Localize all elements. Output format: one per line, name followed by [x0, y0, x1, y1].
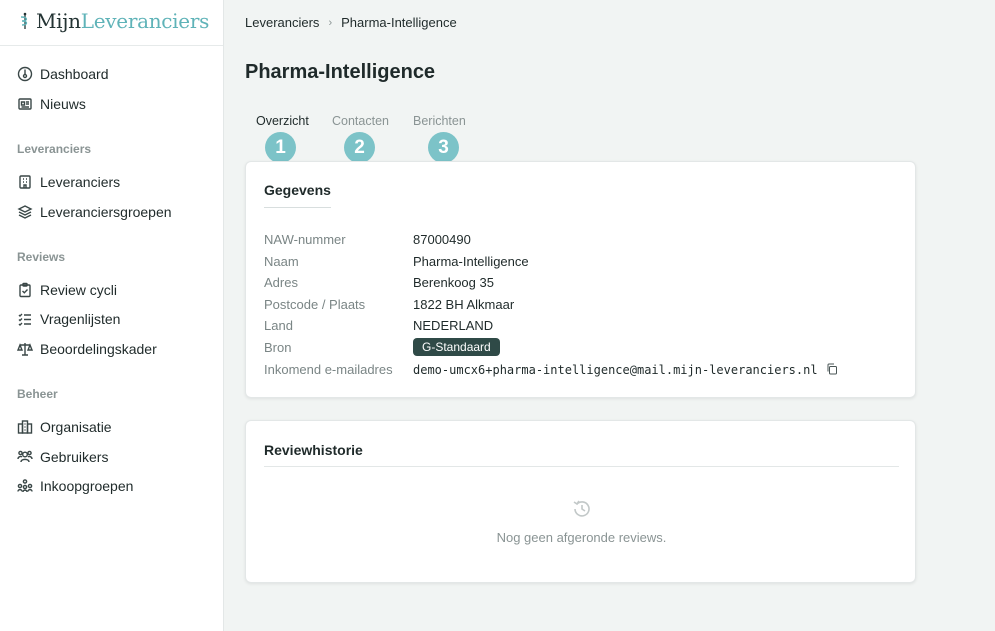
users-icon — [17, 450, 33, 463]
title-underline — [264, 207, 331, 208]
value-adres: Berenkoog 35 — [413, 275, 494, 290]
sidebar-item-leveranciers[interactable]: Leveranciers — [17, 171, 120, 193]
sidebar-item-review-cycli[interactable]: Review cycli — [17, 279, 117, 301]
layers-icon — [17, 205, 33, 219]
groups-icon — [17, 479, 33, 493]
sidebar-item-vragenlijsten[interactable]: Vragenlijsten — [17, 308, 120, 330]
checklist-icon — [18, 313, 31, 326]
value-naw-nummer: 87000490 — [413, 232, 471, 247]
page-title: Pharma-Intelligence — [245, 61, 436, 83]
app-logo[interactable]: Mijn Leveranciers — [17, 8, 209, 34]
sidebar-item-nieuws[interactable]: Nieuws — [17, 93, 86, 115]
value-naam: Pharma-Intelligence — [413, 254, 529, 269]
logo-divider — [0, 45, 223, 46]
tab-overzicht[interactable]: Overzicht — [256, 114, 309, 128]
label-bron: Bron — [264, 340, 292, 355]
sidebar-item-dashboard[interactable]: Dashboard — [17, 63, 109, 85]
tab-contacten[interactable]: Contacten — [332, 114, 389, 128]
sidebar-item-label: Beoordelingskader — [40, 341, 157, 357]
history-icon — [573, 500, 590, 517]
breadcrumb-current: Pharma-Intelligence — [341, 15, 457, 30]
sidebar-item-gebruikers[interactable]: Gebruikers — [17, 446, 108, 468]
sidebar-item-label: Leveranciersgroepen — [40, 204, 172, 220]
section-title-reviews: Reviews — [17, 250, 66, 264]
details-card: Gegevens NAW-nummer 87000490 Naam Pharma… — [245, 161, 916, 398]
empty-state-text: Nog geen afgeronde reviews. — [496, 530, 667, 545]
step-marker-2: 2 — [344, 132, 375, 163]
review-history-card: Reviewhistorie Nog geen afgeronde review… — [245, 420, 916, 583]
sidebar-item-label: Dashboard — [40, 66, 109, 82]
sidebar-item-label: Organisatie — [40, 419, 112, 435]
source-badge: G-Standaard — [413, 338, 500, 356]
step-marker-3: 3 — [428, 132, 459, 163]
caduceus-icon — [20, 12, 28, 29]
value-postcode-plaats: 1822 BH Alkmaar — [413, 297, 515, 312]
value-land: NEDERLAND — [413, 318, 494, 333]
label-adres: Adres — [264, 275, 298, 290]
sidebar-item-label: Review cycli — [40, 282, 118, 298]
details-card-title: Gegevens — [264, 182, 331, 198]
breadcrumb-link-leveranciers[interactable]: Leveranciers — [245, 15, 319, 30]
label-postcode-plaats: Postcode / Plaats — [264, 297, 366, 312]
main-content: Leveranciers › Pharma-Intelligence Pharm… — [224, 0, 995, 631]
sidebar-item-label: Gebruikers — [40, 449, 109, 465]
sidebar-item-beoordelingskader[interactable]: Beoordelingskader — [17, 338, 157, 360]
label-naw-nummer: NAW-nummer — [264, 232, 346, 247]
label-naam: Naam — [264, 254, 299, 269]
label-inkomend-emailadres: Inkomend e-mailadres — [264, 362, 393, 377]
sidebar: Mijn Leveranciers Dashboard Nieuws Levera… — [0, 0, 224, 631]
chevron-right-icon: › — [328, 16, 333, 29]
logo-text-mijn: Mijn — [36, 9, 81, 33]
scale-icon — [17, 343, 33, 356]
tab-berichten[interactable]: Berichten — [413, 114, 466, 128]
clipboard-icon — [19, 282, 31, 298]
sidebar-item-label: Leveranciers — [40, 174, 121, 190]
review-history-title: Reviewhistorie — [264, 442, 363, 458]
sidebar-item-label: Nieuws — [40, 96, 86, 112]
sidebar-item-inkoopgroepen[interactable]: Inkoopgroepen — [17, 475, 133, 497]
section-title-leveranciers: Leveranciers — [17, 142, 92, 156]
label-land: Land — [264, 318, 293, 333]
section-title-beheer: Beheer — [17, 387, 58, 401]
breadcrumb: Leveranciers › Pharma-Intelligence — [245, 15, 457, 30]
card-divider — [264, 466, 899, 467]
office-icon — [17, 420, 33, 434]
sidebar-item-leveranciersgroepen[interactable]: Leveranciersgroepen — [17, 201, 172, 223]
sidebar-item-label: Vragenlijsten — [40, 311, 121, 327]
copy-icon[interactable] — [826, 363, 838, 375]
sidebar-item-label: Inkoopgroepen — [40, 478, 134, 494]
sidebar-item-organisatie[interactable]: Organisatie — [17, 416, 112, 438]
news-icon — [18, 98, 32, 110]
dashboard-icon — [17, 66, 33, 82]
logo-text-leveranciers: Leveranciers — [80, 9, 210, 33]
building-icon — [19, 175, 31, 189]
value-inkomend-emailadres: demo-umcx6+pharma-intelligence@mail.mijn… — [413, 363, 818, 377]
step-marker-1: 1 — [265, 132, 296, 163]
